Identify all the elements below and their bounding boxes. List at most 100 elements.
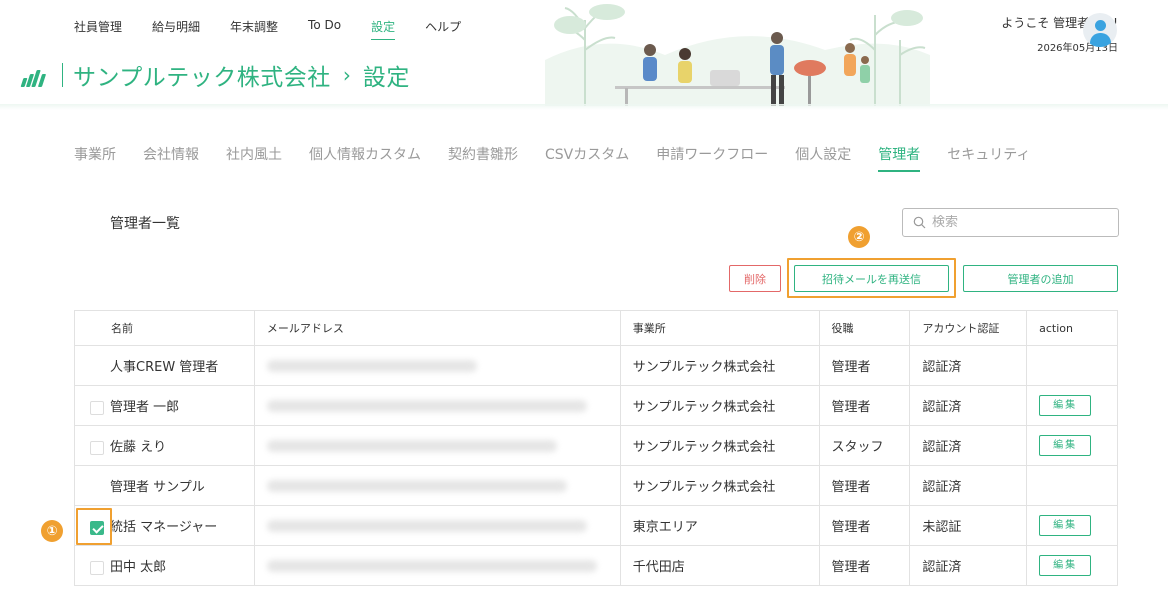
edit-button[interactable]: 編集 <box>1039 395 1092 416</box>
nav-payslip[interactable]: 給与明細 <box>152 18 200 40</box>
admin-name: 田中 太郎 <box>110 560 167 575</box>
name-cell: 佐藤 えり <box>74 425 255 466</box>
role-cell: 管理者 <box>818 505 911 546</box>
email-cell <box>253 345 621 386</box>
tab-office[interactable]: 事業所 <box>74 144 116 172</box>
auth-status: 認証済 <box>909 425 1028 466</box>
action-cell <box>1026 345 1118 386</box>
role-cell: 管理者 <box>818 385 911 426</box>
email-cell <box>253 385 621 426</box>
brand: サンプルテック株式会社 › 設定 <box>20 58 410 92</box>
avatar-body-icon <box>1090 33 1111 47</box>
checkbox-highlight-box <box>76 508 112 545</box>
admin-name: 人事CREW 管理者 <box>110 360 219 375</box>
search-box <box>902 208 1119 237</box>
office-cell: サンプルテック株式会社 <box>619 385 820 426</box>
tab-contract-template[interactable]: 契約書雛形 <box>448 144 518 172</box>
name-cell: 田中 太郎 <box>74 545 255 586</box>
tab-administrators[interactable]: 管理者 <box>878 144 921 172</box>
email-cell <box>253 545 621 586</box>
column-header-name: 名前 <box>74 310 255 346</box>
header-shadow <box>0 104 1168 110</box>
column-header-auth: アカウント認証 <box>909 310 1028 346</box>
admin-name: 統括 マネージャー <box>110 520 218 535</box>
header: 社員管理 給与明細 年末調整 To Do 設定 ヘルプ サンプルテック株式会社 … <box>0 0 1168 108</box>
admin-name: 管理者 サンプル <box>110 480 205 495</box>
office-cell: 東京エリア <box>619 505 820 546</box>
edit-button[interactable]: 編集 <box>1039 555 1092 576</box>
office-cell: 千代田店 <box>619 545 820 586</box>
avatar[interactable] <box>1083 13 1117 47</box>
tab-csv-custom[interactable]: CSVカスタム <box>545 144 629 172</box>
column-header-office: 事業所 <box>619 310 820 346</box>
tab-security[interactable]: セキュリティ <box>947 144 1030 172</box>
nav-todo[interactable]: To Do <box>308 18 341 40</box>
admin-table: 名前 メールアドレス 事業所 役職 アカウント認証 action 人事CREW … <box>74 310 1118 586</box>
redacted-email <box>266 359 477 372</box>
auth-status: 認証済 <box>909 465 1028 506</box>
office-cell: サンプルテック株式会社 <box>619 345 820 386</box>
table-header-row: 名前 メールアドレス 事業所 役職 アカウント認証 action <box>74 310 1118 346</box>
nav-year-end-adjustment[interactable]: 年末調整 <box>230 18 278 40</box>
role-cell: 管理者 <box>818 545 911 586</box>
add-admin-button[interactable]: 管理者の追加 <box>963 265 1118 292</box>
delete-button[interactable]: 削除 <box>729 265 781 292</box>
office-cell: サンプルテック株式会社 <box>619 425 820 466</box>
table-row: 統括 マネージャー 東京エリア 管理者 未認証 編集 <box>74 505 1118 546</box>
nav-employee-management[interactable]: 社員管理 <box>74 18 122 40</box>
action-cell <box>1026 465 1118 506</box>
name-cell: 人事CREW 管理者 <box>74 345 255 386</box>
redacted-email <box>266 399 587 412</box>
role-cell: 管理者 <box>818 345 911 386</box>
redacted-email <box>266 439 557 452</box>
tab-personal-settings[interactable]: 個人設定 <box>795 144 851 172</box>
auth-status: 認証済 <box>909 545 1028 586</box>
row-checkbox[interactable] <box>90 400 104 415</box>
tab-personal-info-custom[interactable]: 個人情報カスタム <box>309 144 421 172</box>
top-nav: 社員管理 給与明細 年末調整 To Do 設定 ヘルプ <box>74 18 491 40</box>
section-title: 管理者一覧 <box>110 216 180 232</box>
action-cell: 編集 <box>1026 385 1118 426</box>
table-row: 田中 太郎 千代田店 管理者 認証済 編集 <box>74 545 1118 586</box>
breadcrumb-chevron-icon: › <box>342 63 351 87</box>
auth-status: 未認証 <box>909 505 1028 546</box>
email-cell <box>253 505 621 546</box>
nav-help[interactable]: ヘルプ <box>425 18 461 40</box>
edit-button[interactable]: 編集 <box>1039 435 1092 456</box>
name-cell: 管理者 一郎 <box>74 385 255 426</box>
action-cell: 編集 <box>1026 545 1118 586</box>
table-row: 管理者 一郎 サンプルテック株式会社 管理者 認証済 編集 <box>74 385 1118 426</box>
page-title: 設定 <box>362 65 410 91</box>
table-row: 佐藤 えり サンプルテック株式会社 スタッフ 認証済 編集 <box>74 425 1118 466</box>
app-logo-icon[interactable] <box>20 61 50 89</box>
redacted-email <box>266 519 587 532</box>
search-input[interactable] <box>932 215 1102 230</box>
redacted-email <box>266 559 597 572</box>
table-row: 人事CREW 管理者 サンプルテック株式会社 管理者 認証済 <box>74 345 1118 386</box>
name-cell: 管理者 サンプル <box>74 465 255 506</box>
action-cell: 編集 <box>1026 425 1118 466</box>
edit-button[interactable]: 編集 <box>1039 515 1092 536</box>
row-checkbox[interactable] <box>90 440 104 455</box>
avatar-head-icon <box>1095 20 1106 31</box>
company-name: サンプルテック株式会社 <box>73 65 331 91</box>
email-cell <box>253 425 621 466</box>
settings-tabs: 事業所 会社情報 社内風土 個人情報カスタム 契約書雛形 CSVカスタム 申請ワ… <box>74 144 1057 172</box>
role-cell: 管理者 <box>818 465 911 506</box>
nav-settings[interactable]: 設定 <box>371 18 396 40</box>
resend-highlight-box <box>787 258 956 298</box>
tab-company-info[interactable]: 会社情報 <box>143 144 199 172</box>
step-badge-1: ① <box>41 520 63 542</box>
search-icon <box>913 216 926 229</box>
column-header-action: action <box>1026 310 1118 346</box>
admin-name: 佐藤 えり <box>110 440 167 455</box>
row-checkbox[interactable] <box>90 560 104 575</box>
table-row: 管理者 サンプル サンプルテック株式会社 管理者 認証済 <box>74 465 1118 506</box>
step-badge-2: ② <box>848 226 870 248</box>
tab-company-culture[interactable]: 社内風土 <box>226 144 282 172</box>
header-illustration <box>545 0 930 106</box>
auth-status: 認証済 <box>909 385 1028 426</box>
tab-approval-workflow[interactable]: 申請ワークフロー <box>656 144 768 172</box>
office-cell: サンプルテック株式会社 <box>619 465 820 506</box>
auth-status: 認証済 <box>909 345 1028 386</box>
